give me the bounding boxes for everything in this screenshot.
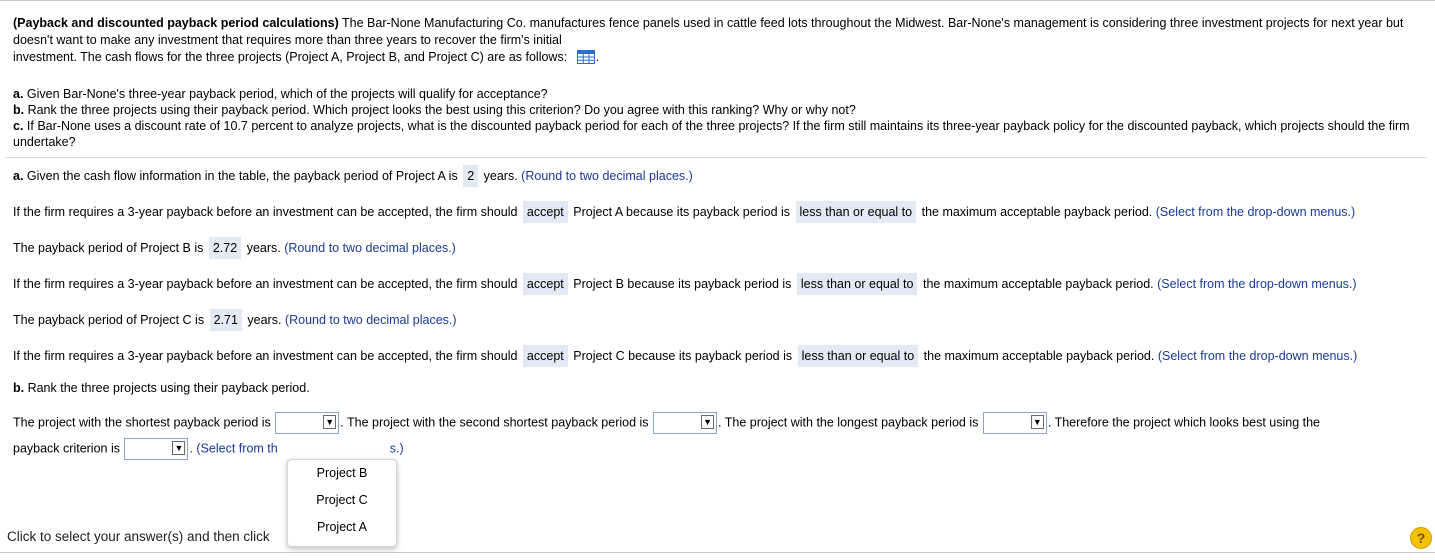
part-b-heading: b. Rank the three projects using their p… <box>13 381 310 395</box>
chevron-down-icon: ▼ <box>701 415 715 429</box>
question-c: c. If Bar-None uses a discount rate of 1… <box>13 119 1410 149</box>
decision-c-select[interactable]: accept <box>522 345 568 367</box>
criterion-line: payback criterion is ▼. (Select from th s… <box>13 438 404 460</box>
question-list: a. Given Bar-None's three-year payback p… <box>13 86 1423 150</box>
payback-c-answer[interactable]: 2.71 <box>209 309 242 331</box>
dropdown-option-project-a[interactable]: Project A <box>288 518 396 536</box>
round-hint: (Round to two decimal places.) <box>284 241 456 255</box>
bottom-divider <box>0 552 1435 553</box>
payback-a-line: a. Given the cash flow information in th… <box>13 165 693 187</box>
project-dropdown-menu: Project B Project C Project A <box>287 459 397 547</box>
decision-b-select[interactable]: accept <box>522 273 568 295</box>
footer-instruction: Click to select your answer(s) and then … <box>7 529 270 544</box>
top-divider <box>0 0 1435 1</box>
problem-text-2: investment. The cash flows for the three… <box>13 50 568 64</box>
payback-b-line: The payback period of Project B is 2.72 … <box>13 237 456 259</box>
payback-b-answer[interactable]: 2.72 <box>208 237 242 259</box>
comparison-b-select[interactable]: less than or equal to <box>796 273 918 295</box>
help-icon[interactable]: ? <box>1410 527 1432 549</box>
decision-a-select[interactable]: accept <box>522 201 568 223</box>
section-divider <box>5 157 1427 158</box>
data-table-icon[interactable] <box>576 50 595 64</box>
payback-c-line: The payback period of Project C is 2.71 … <box>13 309 457 331</box>
shortest-payback-select[interactable]: ▼ <box>275 412 340 434</box>
chevron-down-icon: ▼ <box>323 415 337 429</box>
decision-a-line: If the firm requires a 3-year payback be… <box>13 201 1355 223</box>
payback-a-answer[interactable]: 2 <box>463 165 479 187</box>
decision-b-line: If the firm requires a 3-year payback be… <box>13 273 1357 295</box>
dropdown-option-project-c[interactable]: Project C <box>288 491 396 509</box>
decision-c-line: If the firm requires a 3-year payback be… <box>13 345 1357 367</box>
select-hint: (Select from the drop-down menus.) <box>1157 349 1358 363</box>
problem-title: (Payback and discounted payback period c… <box>13 16 339 30</box>
select-hint: (Select from the drop-down menus.) <box>1157 277 1357 291</box>
chevron-down-icon: ▼ <box>1030 415 1044 429</box>
comparison-c-select[interactable]: less than or equal to <box>797 345 919 367</box>
comparison-a-select[interactable]: less than or equal to <box>795 201 917 223</box>
question-b: b. Rank the three projects using their p… <box>13 103 856 117</box>
problem-intro: (Payback and discounted payback period c… <box>13 16 1404 64</box>
longest-payback-select[interactable]: ▼ <box>982 412 1047 434</box>
select-hint: (Select from the drop-down menus.) <box>1155 205 1356 219</box>
round-hint: (Round to two decimal places.) <box>284 313 457 327</box>
best-project-select[interactable]: ▼ <box>124 438 189 460</box>
ranking-line: The project with the shortest payback pe… <box>13 412 1320 434</box>
second-shortest-payback-select[interactable]: ▼ <box>653 412 718 434</box>
dropdown-option-project-b[interactable]: Project B <box>288 464 396 482</box>
question-a: a. Given Bar-None's three-year payback p… <box>13 87 548 101</box>
chevron-down-icon: ▼ <box>172 441 186 455</box>
round-hint: (Round to two decimal places.) <box>521 169 693 183</box>
